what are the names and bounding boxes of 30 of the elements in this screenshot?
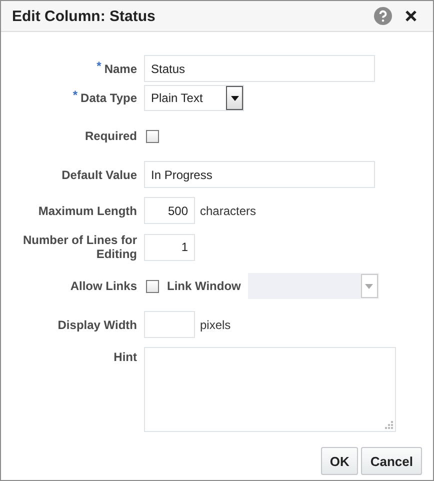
caret-icon xyxy=(230,96,238,100)
field-label: Hint xyxy=(114,350,137,364)
text-field[interactable]: In Progress xyxy=(144,161,375,188)
close-icon[interactable] xyxy=(405,10,417,22)
required-mark: * xyxy=(96,58,102,72)
field-label: Allow Links xyxy=(70,279,137,293)
unit-label: characters xyxy=(200,204,256,218)
field-label: Display Width xyxy=(58,318,137,332)
resize-grip-icon[interactable] xyxy=(385,421,393,429)
cancel-button[interactable]: Cancel xyxy=(361,447,422,475)
checkbox[interactable] xyxy=(146,280,159,292)
checkbox[interactable] xyxy=(146,130,159,142)
field-label: Name xyxy=(104,62,137,76)
field-label: Data Type xyxy=(80,91,137,105)
field-label: Default Value xyxy=(62,168,137,182)
help-icon[interactable] xyxy=(374,7,392,25)
dialog-title: Edit Column: Status xyxy=(12,8,156,24)
field-label: Required xyxy=(84,129,137,143)
number-field[interactable]: 1 xyxy=(144,234,195,260)
field-label: Maximum Length xyxy=(38,204,137,218)
required-mark: * xyxy=(72,88,78,102)
field-label: Link Window xyxy=(167,279,241,293)
dropdown[interactable]: Plain Text xyxy=(144,85,244,111)
unit-label: pixels xyxy=(200,318,231,332)
field-label: Number of Lines for Editing xyxy=(22,233,137,261)
number-field[interactable] xyxy=(144,311,195,338)
text-field[interactable]: Status xyxy=(144,55,375,82)
number-field[interactable]: 500 xyxy=(144,197,195,224)
caret-icon xyxy=(365,284,374,288)
ok-button[interactable]: OK xyxy=(320,447,358,475)
